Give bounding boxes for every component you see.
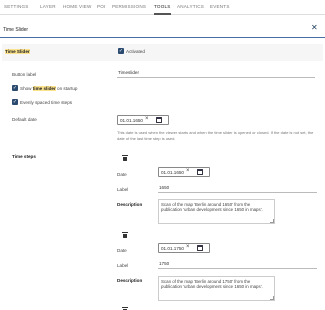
step-label-label: Label — [117, 263, 129, 268]
step-label-label: Label — [117, 187, 129, 192]
step-date-value: 01.01.1650 — [161, 170, 184, 175]
tool-name: Time Slider — [5, 49, 30, 54]
show-on-startup-label: Show time slider on startup — [20, 86, 78, 91]
step-date-picker[interactable]: 01.01.1650 × — [158, 167, 210, 177]
calendar-icon[interactable] — [156, 117, 162, 123]
clear-x-icon[interactable]: × — [186, 168, 190, 174]
time-steps-label: Time steps — [12, 154, 36, 159]
button-label-label: Button label — [12, 72, 37, 77]
step-label-input[interactable]: 1650 — [158, 185, 317, 193]
tool-header-row — [2, 44, 323, 61]
step-description-textarea[interactable]: Scan of the map 'Berlin around 1750' fro… — [158, 276, 275, 301]
step-description-textarea[interactable]: Scan of the map 'Berlin around 1650' fro… — [158, 199, 275, 224]
step-description-label: Description — [117, 278, 143, 283]
evenly-spaced-checkbox[interactable]: ✓ — [12, 99, 18, 105]
activated-checkbox[interactable]: ✓ — [118, 48, 124, 54]
show-on-startup-checkbox[interactable]: ✓ — [12, 85, 18, 91]
calendar-icon[interactable] — [197, 169, 203, 175]
default-date-picker[interactable]: 01.01.1650 × — [117, 115, 169, 125]
button-label-input[interactable]: Timeslider — [117, 70, 315, 78]
step-description-text: Scan of the map 'Berlin around 1650' fro… — [161, 202, 263, 212]
activated-label: Activated — [126, 49, 145, 54]
trash-icon[interactable] — [121, 155, 128, 161]
step-date-picker[interactable]: 01.01.1750 × — [158, 243, 210, 253]
tab-settings[interactable]: SETTINGS — [4, 4, 29, 9]
step-label-input[interactable]: 1750 — [158, 261, 317, 269]
tab-poi[interactable]: POI — [97, 4, 106, 9]
tool-search: ✕ — [0, 21, 325, 39]
default-date-label: Default date — [12, 117, 37, 122]
evenly-spaced-label: Evenly spaced time steps — [20, 100, 73, 105]
tab-bar: SETTINGS LAYER HOME VIEW POI PERMISSIONS… — [0, 0, 325, 15]
clear-x-icon[interactable]: × — [145, 116, 149, 122]
search-input[interactable] — [3, 24, 303, 35]
resize-handle[interactable] — [270, 296, 274, 300]
step-description-text: Scan of the map 'Berlin around 1750' fro… — [161, 279, 263, 289]
search-underline — [0, 37, 325, 38]
step-date-label: Date — [117, 248, 127, 253]
tab-analytics[interactable]: ANALYTICS — [177, 4, 204, 9]
step-date-value: 01.01.1750 — [161, 246, 184, 251]
trash-icon[interactable] — [121, 232, 128, 238]
tab-tools[interactable]: TOOLS — [154, 4, 171, 9]
clear-x-icon[interactable]: × — [186, 244, 190, 250]
calendar-icon[interactable] — [197, 245, 203, 251]
tab-layer[interactable]: LAYER — [40, 4, 56, 9]
tab-home-view[interactable]: HOME VIEW — [63, 4, 92, 9]
resize-handle[interactable] — [270, 219, 274, 223]
tab-permissions[interactable]: PERMISSIONS — [112, 4, 146, 9]
default-date-help: This date is used when the viewer starts… — [117, 130, 314, 141]
default-date-value: 01.01.1650 — [120, 118, 143, 123]
step-date-label: Date — [117, 172, 127, 177]
close-icon[interactable]: ✕ — [311, 23, 318, 32]
tab-events[interactable]: EVENTS — [210, 4, 230, 9]
active-tab-indicator — [154, 13, 171, 15]
step-description-label: Description — [117, 202, 143, 207]
